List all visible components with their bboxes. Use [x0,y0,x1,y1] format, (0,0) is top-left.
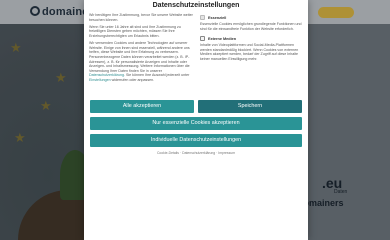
consent-description: Wir benötigen Ihre Zustimmung, bevor Sie… [89,13,197,95]
option-description: Essenzielle Cookies ermöglichen grundleg… [200,22,302,31]
consent-paragraph: Wir verwenden Cookies und andere Technol… [89,41,190,82]
dialog-footer-links: Cookie-Details·Datenschutzerklärung·Impr… [156,151,236,155]
dialog-title: Datenschutzeinstellungen [152,2,240,9]
option-essential: Essenziell [200,14,303,21]
privacy-settings-dialog: Datenschutzeinstellungen Wir benötigen I… [84,0,308,240]
privacy-policy-footer-link[interactable]: Datenschutzerklärung [182,151,215,155]
consent-paragraph: Wenn Sie unter 16 Jahre alt sind und Ihr… [89,24,181,38]
save-button[interactable]: Speichern [198,100,302,113]
essential-checkbox[interactable] [200,15,205,20]
consent-options: Essenziell Essenzielle Cookies ermöglich… [200,14,303,66]
external-media-checkbox[interactable] [200,36,205,42]
privacy-policy-link[interactable]: Datenschutzerklärung [89,73,124,77]
option-label: Externe Medien [208,36,237,41]
imprint-link[interactable]: Impressum [218,151,235,155]
individual-settings-button[interactable]: Individuelle Datenschutzeinstellungen [90,134,302,147]
option-label: Essenziell [208,15,227,20]
accept-all-button[interactable]: Alle akzeptieren [90,100,194,113]
option-external-media: Externe Medien [200,35,303,42]
cookie-details-link[interactable]: Cookie-Details [157,151,179,155]
settings-link[interactable]: Einstellungen [89,78,111,82]
accept-essential-button[interactable]: Nur essenzielle Cookies akzeptieren [90,117,302,130]
option-description: Inhalte von Videoplattformen und Social-… [200,43,299,61]
consent-paragraph: Wir benötigen Ihre Zustimmung, bevor Sie… [89,13,193,22]
